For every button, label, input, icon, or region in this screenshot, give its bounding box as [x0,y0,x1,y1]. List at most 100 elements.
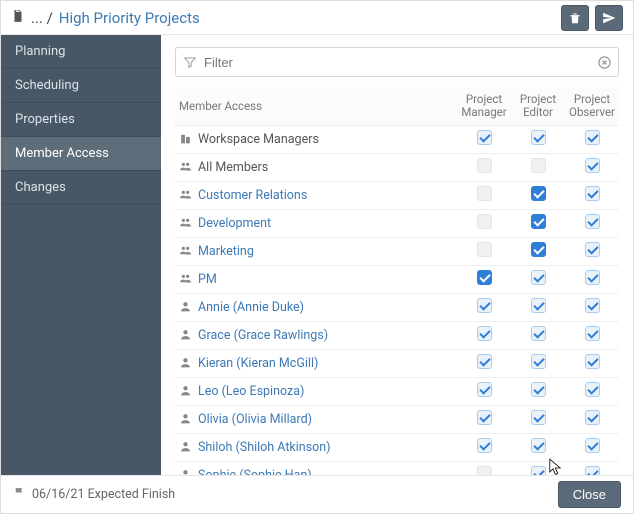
perm-cell [457,294,511,322]
perm-checkbox[interactable] [531,438,546,453]
row-label[interactable]: Customer Relations [198,188,307,203]
row-name-cell: Leo (Leo Espinoza) [175,378,457,406]
table-row: Leo (Leo Espinoza) [175,378,619,406]
perm-checkbox[interactable] [585,326,600,341]
sidebar-item-planning[interactable]: Planning [1,35,161,69]
col-header-project-editor[interactable]: ProjectEditor [511,87,565,126]
perm-checkbox[interactable] [585,298,600,313]
row-label[interactable]: Olivia (Olivia Millard) [198,412,312,427]
perm-cell [457,210,511,238]
row-label[interactable]: Grace (Grace Rawlings) [198,328,328,343]
row-label: All Members [198,160,268,175]
col-header-project-manager[interactable]: ProjectManager [457,87,511,126]
perm-cell [457,238,511,266]
perm-checkbox[interactable] [477,354,492,369]
perm-checkbox[interactable] [531,214,546,229]
row-label[interactable]: Leo (Leo Espinoza) [198,384,304,399]
table-row: Kieran (Kieran McGill) [175,350,619,378]
perm-checkbox[interactable] [585,186,600,201]
expected-finish-text: 06/16/21 Expected Finish [32,487,175,502]
perm-checkbox[interactable] [477,438,492,453]
row-label[interactable]: PM [198,272,217,287]
table-row: PM [175,266,619,294]
sidebar-item-changes[interactable]: Changes [1,171,161,205]
perm-cell [511,238,565,266]
perm-checkbox[interactable] [585,158,600,173]
dialog-header: ... / High Priority Projects [1,1,633,35]
row-label[interactable]: Annie (Annie Duke) [198,300,304,315]
perm-checkbox[interactable] [531,354,546,369]
perm-cell [565,406,619,434]
filter-wrap [175,47,619,77]
perm-checkbox[interactable] [477,382,492,397]
perm-cell [457,182,511,210]
perm-cell [511,350,565,378]
sidebar-item-member-access[interactable]: Member Access [1,137,161,171]
perm-checkbox[interactable] [531,326,546,341]
sidebar: PlanningSchedulingPropertiesMember Acces… [1,35,161,475]
perm-cell [457,406,511,434]
crumb-prefix[interactable]: ... / [31,9,53,27]
row-label[interactable]: Shiloh (Shiloh Atkinson) [198,440,331,455]
table-row: Annie (Annie Duke) [175,294,619,322]
perm-cell [511,462,565,475]
perm-checkbox[interactable] [477,410,492,425]
perm-checkbox[interactable] [585,382,600,397]
perm-checkbox[interactable] [531,130,546,145]
row-name-cell: Olivia (Olivia Millard) [175,406,457,434]
perm-checkbox[interactable] [585,438,600,453]
perm-checkbox[interactable] [585,214,600,229]
perm-checkbox[interactable] [531,186,546,201]
perm-cell [457,126,511,154]
row-name-cell: Development [175,210,457,238]
perm-checkbox[interactable] [531,410,546,425]
table-row: Shiloh (Shiloh Atkinson) [175,434,619,462]
breadcrumb: ... / High Priority Projects [11,9,200,27]
perm-cell [511,210,565,238]
row-name-cell: All Members [175,154,457,182]
sidebar-item-scheduling[interactable]: Scheduling [1,69,161,103]
perm-checkbox[interactable] [531,242,546,257]
page-title[interactable]: High Priority Projects [59,9,200,27]
perm-checkbox[interactable] [585,466,600,475]
perm-cell [565,350,619,378]
perm-checkbox[interactable] [531,382,546,397]
perm-cell [511,322,565,350]
folder-icon [11,9,25,27]
expected-finish: 06/16/21 Expected Finish [13,486,175,503]
row-name-cell: Shiloh (Shiloh Atkinson) [175,434,457,462]
perm-checkbox[interactable] [585,242,600,257]
perm-checkbox[interactable] [585,130,600,145]
person-icon [179,328,194,341]
row-label[interactable]: Development [198,216,271,231]
close-button[interactable]: Close [558,481,621,508]
perm-checkbox[interactable] [477,298,492,313]
perm-checkbox[interactable] [531,466,546,475]
row-label[interactable]: Kieran (Kieran McGill) [198,356,318,371]
clear-filter-icon[interactable] [596,54,612,70]
col-header-project-observer[interactable]: ProjectObserver [565,87,619,126]
perm-cell [511,294,565,322]
delete-button[interactable] [561,5,589,31]
perm-checkbox[interactable] [585,270,600,285]
perm-checkbox[interactable] [477,270,492,285]
person-icon [179,440,194,453]
perm-cell [511,406,565,434]
perm-cell [565,182,619,210]
row-name-cell: Sophie (Sophie Han) [175,462,457,475]
perm-checkbox[interactable] [531,298,546,313]
perm-cell [457,322,511,350]
sidebar-item-properties[interactable]: Properties [1,103,161,137]
filter-input[interactable] [175,47,619,77]
table-row: Sophie (Sophie Han) [175,462,619,475]
perm-checkbox[interactable] [585,410,600,425]
perm-checkbox[interactable] [531,270,546,285]
row-label[interactable]: Marketing [198,244,254,259]
row-name-cell: Workspace Managers [175,126,457,154]
group-icon [179,160,194,173]
perm-checkbox[interactable] [585,354,600,369]
send-button[interactable] [595,5,623,31]
perm-checkbox[interactable] [477,130,492,145]
perm-checkbox[interactable] [477,326,492,341]
perm-cell [511,434,565,462]
